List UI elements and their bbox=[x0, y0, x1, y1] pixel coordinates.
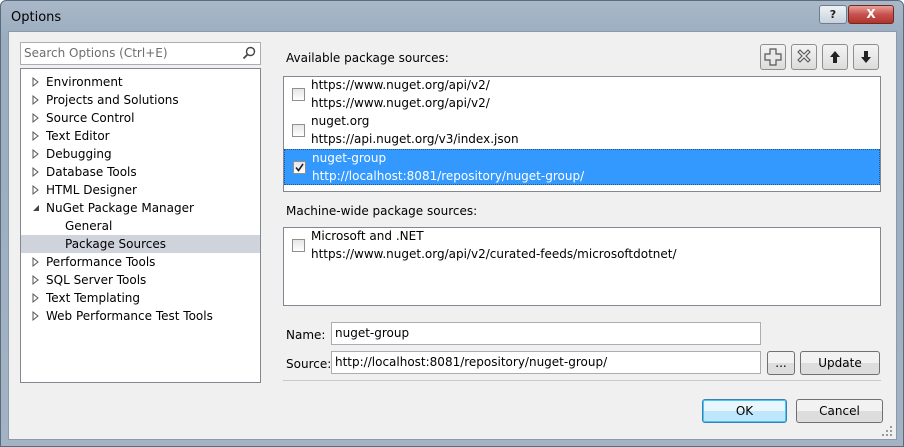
tree-item[interactable]: NuGet Package Manager bbox=[21, 199, 260, 217]
collapsed-arrow-icon[interactable] bbox=[31, 289, 41, 307]
resize-grip-icon[interactable] bbox=[881, 425, 893, 437]
move-up-icon bbox=[830, 51, 840, 63]
search-options-input[interactable]: Search Options (Ctrl+E) bbox=[20, 42, 261, 65]
expanded-arrow-icon[interactable] bbox=[31, 199, 41, 217]
tree-item[interactable]: SQL Server Tools bbox=[21, 271, 260, 289]
available-sources-label: Available package sources: bbox=[286, 51, 449, 65]
options-tree[interactable]: Environment Projects and Solutions Source … bbox=[20, 68, 261, 383]
source-name: nuget-group bbox=[312, 151, 387, 165]
tree-item-label: Text Templating bbox=[46, 291, 141, 305]
tree-item-label: Projects and Solutions bbox=[46, 93, 179, 107]
footer-divider bbox=[283, 380, 881, 381]
source-name: nuget.org bbox=[311, 114, 370, 128]
browse-button[interactable]: ... bbox=[767, 351, 795, 375]
source-label: Source: bbox=[286, 357, 332, 371]
move-up-button[interactable] bbox=[822, 44, 848, 70]
collapsed-arrow-icon[interactable] bbox=[31, 163, 41, 181]
source-url: https://www.nuget.org/api/v2/curated-fee… bbox=[311, 247, 677, 261]
name-field[interactable]: nuget-group bbox=[331, 322, 761, 345]
tree-item-label: Text Editor bbox=[46, 129, 110, 143]
tree-item[interactable]: Performance Tools bbox=[21, 253, 260, 271]
source-url: http://localhost:8081/repository/nuget-g… bbox=[312, 169, 585, 183]
cancel-button[interactable]: Cancel bbox=[796, 399, 883, 423]
tree-item[interactable]: Debugging bbox=[21, 145, 260, 163]
tree-item[interactable]: General bbox=[21, 217, 260, 235]
remove-icon bbox=[797, 49, 811, 63]
add-source-button[interactable] bbox=[760, 44, 786, 70]
collapsed-arrow-icon[interactable] bbox=[31, 253, 41, 271]
move-down-icon bbox=[861, 51, 871, 63]
close-button[interactable]: X bbox=[848, 5, 894, 24]
collapsed-arrow-icon[interactable] bbox=[31, 73, 41, 91]
remove-source-button[interactable] bbox=[791, 44, 817, 70]
move-down-button[interactable] bbox=[853, 44, 879, 70]
tree-item[interactable]: Web Performance Test Tools bbox=[21, 307, 260, 325]
tree-item-label: General bbox=[65, 219, 113, 233]
collapsed-arrow-icon[interactable] bbox=[31, 181, 41, 199]
options-window: Options ? X Search Options (Ctrl+E) Envi… bbox=[0, 0, 904, 447]
package-source-item[interactable]: Microsoft and .NET https://www.nuget.org/… bbox=[284, 228, 880, 264]
tree-item[interactable]: Projects and Solutions bbox=[21, 91, 260, 109]
collapsed-arrow-icon[interactable] bbox=[31, 109, 41, 127]
tree-item-label: NuGet Package Manager bbox=[46, 201, 194, 215]
tree-item-label: Web Performance Test Tools bbox=[46, 309, 213, 323]
tree-item-label: Environment bbox=[46, 75, 123, 89]
title-bar[interactable]: Options ? X bbox=[1, 1, 903, 31]
tree-item[interactable]: Environment bbox=[21, 73, 260, 91]
collapsed-arrow-icon[interactable] bbox=[31, 145, 41, 163]
source-url: https://api.nuget.org/v3/index.json bbox=[311, 132, 519, 146]
search-icon[interactable] bbox=[242, 46, 256, 60]
tree-item[interactable]: Text Templating bbox=[21, 289, 260, 307]
checkmark-icon bbox=[295, 163, 304, 172]
collapsed-arrow-icon[interactable] bbox=[31, 91, 41, 109]
source-enabled-checkbox[interactable] bbox=[292, 88, 305, 101]
available-sources-list[interactable]: https://www.nuget.org/api/v2/https://www… bbox=[283, 76, 881, 192]
tree-item-label: Debugging bbox=[46, 147, 112, 161]
collapsed-arrow-icon[interactable] bbox=[31, 307, 41, 325]
collapsed-arrow-icon[interactable] bbox=[31, 271, 41, 289]
search-placeholder: Search Options (Ctrl+E) bbox=[24, 46, 168, 60]
ok-button[interactable]: OK bbox=[702, 399, 787, 423]
tree-item[interactable]: HTML Designer bbox=[21, 181, 260, 199]
dialog-client: Search Options (Ctrl+E) Environment Proje… bbox=[8, 31, 897, 440]
collapsed-arrow-icon[interactable] bbox=[31, 127, 41, 145]
window-title: Options bbox=[11, 10, 62, 25]
help-button[interactable]: ? bbox=[819, 5, 847, 24]
package-source-item[interactable]: https://www.nuget.org/api/v2/https://www… bbox=[284, 77, 880, 113]
source-enabled-checkbox[interactable] bbox=[292, 124, 305, 137]
source-value: http://localhost:8081/repository/nuget-g… bbox=[335, 355, 608, 369]
tree-item-label: HTML Designer bbox=[46, 183, 137, 197]
package-source-item[interactable]: nuget-group http://localhost:8081/reposit… bbox=[284, 149, 880, 185]
source-enabled-checkbox[interactable] bbox=[292, 239, 305, 252]
tree-item-label: Package Sources bbox=[65, 237, 167, 251]
tree-item[interactable]: Database Tools bbox=[21, 163, 260, 181]
tree-item-label: Database Tools bbox=[46, 165, 137, 179]
source-field[interactable]: http://localhost:8081/repository/nuget-g… bbox=[331, 351, 761, 374]
machine-sources-list[interactable]: Microsoft and .NET https://www.nuget.org/… bbox=[283, 227, 881, 306]
tree-item-label: Performance Tools bbox=[46, 255, 156, 269]
tree-item[interactable]: Text Editor bbox=[21, 127, 260, 145]
source-name: https://www.nuget.org/api/v2/ bbox=[311, 78, 490, 92]
source-enabled-checkbox[interactable] bbox=[293, 161, 306, 174]
source-url: https://www.nuget.org/api/v2/ bbox=[311, 96, 490, 110]
machine-sources-label: Machine-wide package sources: bbox=[286, 204, 478, 218]
name-label: Name: bbox=[286, 328, 326, 342]
package-source-item[interactable]: nuget.org https://api.nuget.org/v3/index.… bbox=[284, 113, 880, 149]
name-value: nuget-group bbox=[335, 326, 410, 340]
tree-item[interactable]: Source Control bbox=[21, 109, 260, 127]
tree-item-label: SQL Server Tools bbox=[46, 273, 147, 287]
add-icon bbox=[764, 48, 782, 66]
tree-item[interactable]: Package Sources bbox=[21, 235, 260, 253]
update-button[interactable]: Update bbox=[800, 351, 880, 375]
source-name: Microsoft and .NET bbox=[311, 229, 424, 243]
tree-item-label: Source Control bbox=[46, 111, 135, 125]
